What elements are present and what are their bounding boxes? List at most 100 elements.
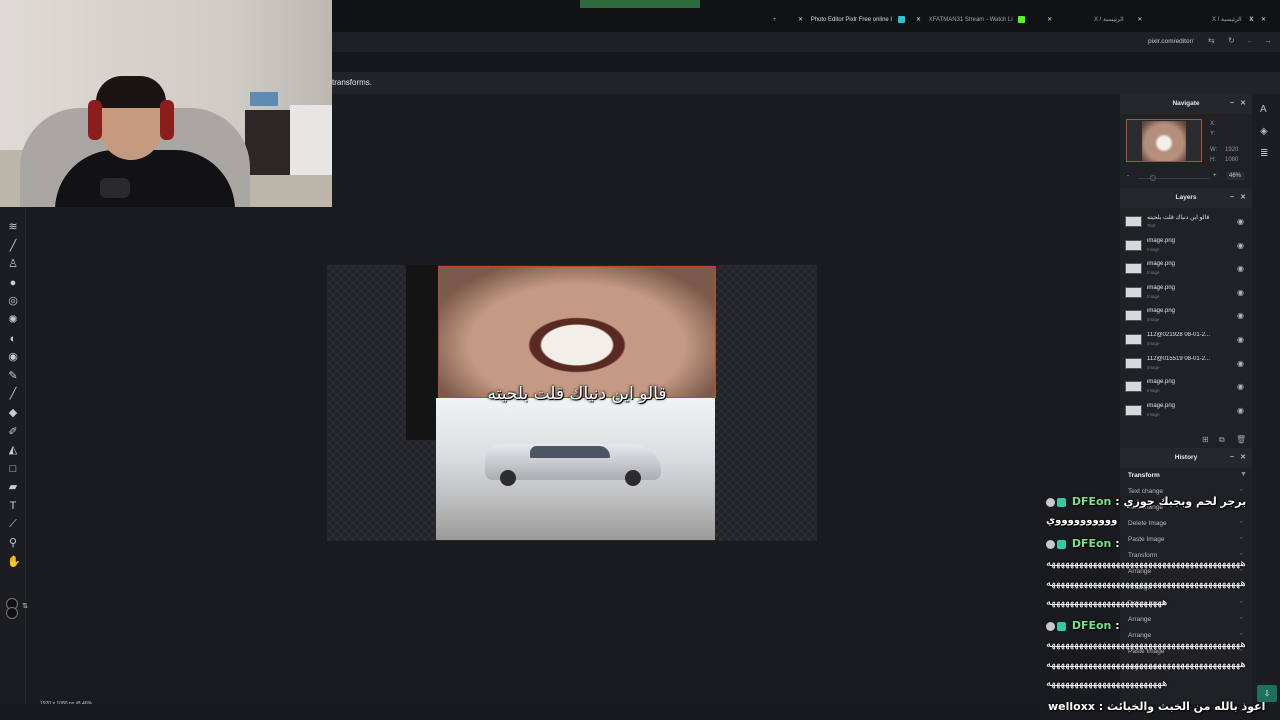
tab-x-home-2[interactable]: X / الرئيسية X ✕ [1212, 12, 1266, 28]
layer-row[interactable]: image.png Image ◉ [1120, 282, 1252, 304]
eraser2-icon[interactable]: ▰ [7, 481, 19, 493]
export-button[interactable]: ⇩ [1257, 685, 1277, 702]
history-icon[interactable]: ≣ [1260, 148, 1268, 159]
webcam-shelf-item [250, 92, 278, 106]
new-tab-button[interactable]: + [773, 12, 777, 28]
layer-name: 112@015519 08-01-2... [1147, 355, 1211, 362]
heal-icon[interactable]: ✺ [7, 314, 19, 326]
shape-icon[interactable]: □ [7, 463, 19, 475]
layer-row[interactable]: 112@021928 08-01-2... Image ◉ [1120, 329, 1252, 351]
layer-row[interactable]: image.png Image ◉ [1120, 305, 1252, 327]
zoom-value[interactable]: 46% [1226, 172, 1245, 180]
minimize-icon[interactable]: − [1230, 94, 1234, 114]
color-replace-icon[interactable]: ✐ [7, 426, 19, 438]
history-item-label: Text change [1128, 488, 1164, 495]
duplicate-layer-icon[interactable]: ⧉ [1219, 435, 1225, 445]
webcam-bed [290, 105, 332, 175]
adjust-icon[interactable]: A [1260, 104, 1267, 115]
minimize-icon[interactable]: − [1230, 188, 1234, 208]
burn-icon[interactable]: ◉ [7, 351, 19, 363]
liquify-icon[interactable]: ≋ [7, 221, 19, 233]
chat-separator: : [1094, 700, 1104, 713]
address-bar[interactable]: pixlr.com/editor/ ⇆ ↻ ← → [332, 32, 1280, 52]
history-item[interactable]: Paste Image ▫ [1120, 532, 1252, 548]
canvas-text-layer[interactable]: قالو اين دنياك قلت بلحيته [438, 384, 716, 404]
history-item[interactable]: Delete Image ▫ [1120, 516, 1252, 532]
layer-row[interactable]: image.png Image ◉ [1120, 258, 1252, 280]
close-icon[interactable]: ✕ [1261, 17, 1266, 23]
hand-icon[interactable]: ✋ [7, 556, 21, 568]
tab-kick[interactable]: ✕ XFATMAN31 Stream - Watch Li ✕ [910, 12, 1052, 28]
zoom-slider-track[interactable] [1138, 178, 1210, 179]
zoom-slider-handle[interactable] [1150, 175, 1156, 181]
layer-row[interactable]: قالو اين دنياك قلت بلحيته Text ◉ [1120, 211, 1252, 233]
history-item-label: Arrange [1128, 616, 1152, 623]
navigate-panel-title: Navigate − ✕ [1120, 94, 1252, 114]
background-color-swatch[interactable] [6, 607, 18, 619]
eye-icon[interactable]: ◉ [1237, 335, 1244, 344]
webcam-nightstand [245, 110, 295, 175]
back-icon[interactable]: ← [1246, 36, 1254, 45]
close-icon[interactable]: ✕ [798, 17, 803, 23]
tab-x-home-1[interactable]: X / الرئيسية ✕ [1094, 12, 1142, 28]
fill-icon[interactable]: ◭ [7, 444, 19, 456]
layer-name: image.png [1147, 402, 1176, 409]
eraser-icon[interactable]: ◆ [7, 407, 19, 419]
pencil-icon[interactable]: ✎ [7, 370, 19, 382]
eye-icon[interactable]: ◉ [1237, 264, 1244, 273]
zoom-icon[interactable]: ⚲ [7, 537, 19, 549]
close-icon[interactable]: ✕ [1240, 448, 1246, 468]
forward-icon[interactable]: → [1264, 36, 1272, 45]
sponge-icon[interactable]: ◎ [7, 295, 19, 307]
chat-separator: : [1111, 537, 1120, 550]
nav-h-label: H: [1210, 157, 1216, 163]
swap-colors-icon[interactable]: ⇅ [19, 601, 31, 613]
chat-username: DFEon [1071, 619, 1112, 632]
nav-x-label: X: [1210, 121, 1216, 127]
kick-favicon-icon [1018, 15, 1026, 23]
zoom-in-button[interactable]: + [1213, 173, 1217, 179]
layer-row[interactable]: image.png Image ◉ [1120, 376, 1252, 398]
selected-face-image[interactable] [438, 266, 716, 398]
moderator-badge-icon [1046, 621, 1055, 631]
url-text[interactable]: pixlr.com/editor/ [1148, 38, 1194, 45]
draw-icon[interactable]: ╱ [7, 388, 19, 400]
dodge-icon[interactable]: ◐ [7, 333, 19, 345]
layer-row[interactable]: image.png Image ◉ [1120, 235, 1252, 257]
chat-text: هههههههههههههههههههههههههه [1046, 597, 1168, 608]
add-layer-icon[interactable]: ⊞ [1202, 435, 1209, 444]
layer-row[interactable]: image.png Image ◉ [1120, 400, 1252, 422]
text-icon[interactable]: T [7, 500, 19, 512]
eye-icon[interactable]: ◉ [1237, 406, 1244, 415]
tab-pixlr[interactable]: ✕ Photo Editor Pixlr Free online I [792, 12, 909, 28]
layer-row[interactable]: 112@015519 08-01-2... Image ◉ [1120, 353, 1252, 375]
layer-type: Text [1147, 223, 1156, 228]
reload-icon[interactable]: ↻ [1228, 36, 1235, 45]
webcam-person-hair [96, 76, 166, 108]
eye-icon[interactable]: ◉ [1237, 382, 1244, 391]
delete-layer-icon[interactable]: 🗑 [1236, 435, 1246, 444]
close-icon[interactable]: ✕ [916, 17, 921, 23]
close-icon[interactable]: ✕ [1240, 94, 1246, 114]
eye-icon[interactable]: ◉ [1237, 217, 1244, 226]
nav-w-value: 1920 [1225, 147, 1239, 153]
eye-icon[interactable]: ◉ [1237, 359, 1244, 368]
clone-stamp-icon[interactable]: ♙ [7, 258, 19, 270]
eye-icon[interactable]: ◉ [1237, 288, 1244, 297]
brush-icon[interactable]: ╱ [7, 240, 19, 252]
blur-icon[interactable]: ● [7, 277, 19, 289]
layer-type: Image [1147, 411, 1160, 417]
close-icon[interactable]: ✕ [1047, 17, 1052, 23]
eye-icon[interactable]: ◉ [1237, 241, 1244, 250]
layers-icon[interactable]: ◈ [1260, 126, 1268, 137]
close-icon[interactable]: ✕ [1240, 188, 1246, 208]
history-title: History [1174, 454, 1198, 461]
close-icon[interactable]: ✕ [1137, 17, 1142, 23]
zoom-out-button[interactable]: - [1127, 173, 1129, 179]
history-item[interactable]: Arrange ▫ [1120, 612, 1252, 628]
history-item[interactable]: Transform ▼ [1120, 468, 1252, 484]
eyedropper-icon[interactable]: ⟋ [7, 518, 19, 530]
site-settings-icon[interactable]: ⇆ [1208, 36, 1215, 45]
minimize-icon[interactable]: − [1230, 448, 1234, 468]
eye-icon[interactable]: ◉ [1237, 311, 1244, 320]
